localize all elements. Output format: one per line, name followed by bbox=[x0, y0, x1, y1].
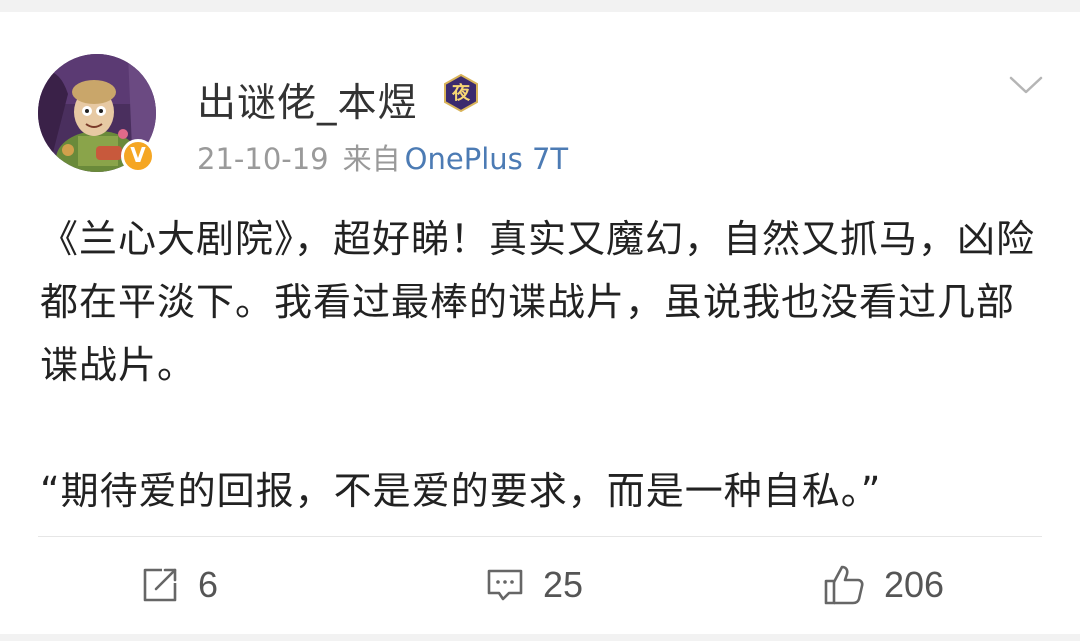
thumbs-up-icon bbox=[824, 565, 864, 605]
like-button[interactable]: 206 bbox=[822, 562, 944, 608]
device-link[interactable]: OnePlus 7T bbox=[405, 142, 568, 176]
post-meta: 21-10-19 来自 OnePlus 7T bbox=[197, 136, 568, 178]
post-body: 《兰心大剧院》，超好睇！真实又魔幻，自然又抓马，凶险都在平淡下。我看过最棒的谍战… bbox=[40, 208, 1040, 523]
author-name[interactable]: 出谜佬_本煜 bbox=[197, 72, 418, 128]
like-count: 206 bbox=[884, 564, 945, 605]
post-quote: “期待爱的回报，不是爱的要求，而是一种自私。” bbox=[40, 469, 882, 513]
divider bbox=[38, 536, 1042, 537]
verified-badge-icon: V bbox=[121, 139, 155, 173]
post-date: 21-10-19 bbox=[197, 142, 329, 176]
post-paragraph: 《兰心大剧院》，超好睇！真实又魔幻，自然又抓马，凶险都在平淡下。我看过最棒的谍战… bbox=[40, 217, 1036, 387]
repost-icon bbox=[143, 568, 177, 602]
weibo-post-card: V 出谜佬_本煜 夜 21-10-19 来自 OnePlus 7T 《兰心大剧院》，… bbox=[0, 12, 1080, 634]
chevron-down-icon[interactable] bbox=[1008, 70, 1044, 100]
source-prefix: 来自 bbox=[342, 142, 401, 176]
member-badge-char: 夜 bbox=[452, 83, 470, 104]
comment-icon bbox=[487, 569, 523, 601]
repost-button[interactable]: 6 bbox=[140, 562, 218, 608]
comment-count: 25 bbox=[543, 564, 584, 605]
repost-count: 6 bbox=[198, 564, 219, 605]
comment-button[interactable]: 25 bbox=[485, 562, 583, 608]
member-badge-icon[interactable]: 夜 bbox=[443, 74, 479, 112]
